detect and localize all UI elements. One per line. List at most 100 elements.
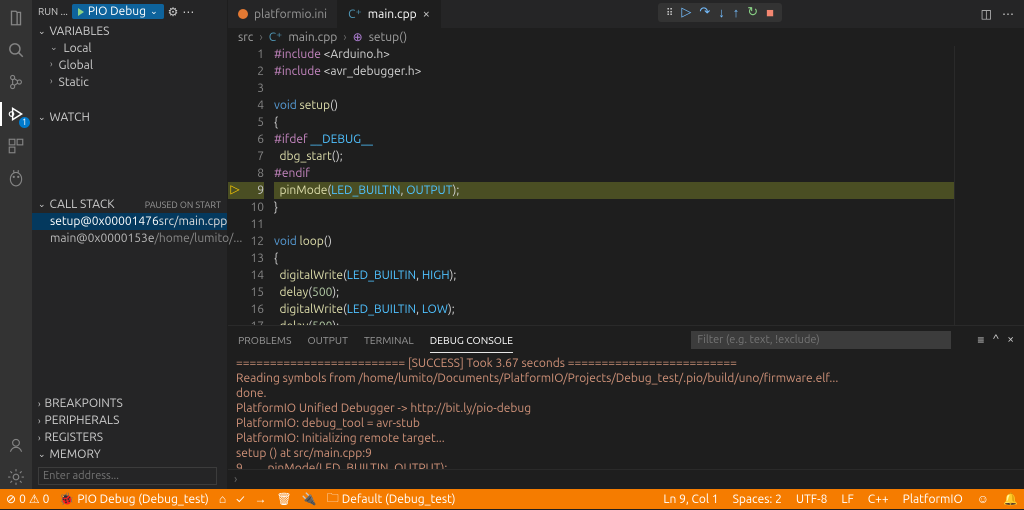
debug-config-header: RUN ... PIO Debug⌄ ⚙ ⋯ xyxy=(32,0,227,23)
section-breakpoints[interactable]: ›BREAKPOINTS xyxy=(32,395,227,412)
activity-bar: 1 xyxy=(0,0,32,489)
chevron-right-icon: › xyxy=(38,399,41,409)
chevron-right-icon: › xyxy=(38,433,41,443)
gear-icon[interactable]: ⚙ xyxy=(168,5,179,19)
settings-icon[interactable] xyxy=(4,465,28,489)
editor-zone: platformio.ini C⁺main.cpp× ⠿ ▷ ↷ ↓ ↑ ↻ ■… xyxy=(228,0,1024,489)
section-peripherals[interactable]: ›PERIPHERALS xyxy=(32,412,227,429)
chevron-down-icon: ⌄ xyxy=(38,449,46,460)
bell-icon[interactable]: 🔔 xyxy=(1003,492,1018,506)
panel-filter-input[interactable] xyxy=(691,331,951,349)
stop-button[interactable]: ■ xyxy=(766,5,774,20)
tab-debugconsole[interactable]: DEBUG CONSOLE xyxy=(430,328,513,353)
debug-icon[interactable]: 1 xyxy=(4,102,28,126)
status-lang[interactable]: C++ xyxy=(868,492,889,506)
debug-console-output[interactable]: ========================= [SUCCESS] Took… xyxy=(228,354,1024,469)
panel-tabs: PROBLEMS OUTPUT TERMINAL DEBUG CONSOLE ≡… xyxy=(228,326,1024,354)
pio-env[interactable]: 🗀Default (Debug_test) xyxy=(327,489,456,510)
start-debug-button[interactable]: PIO Debug⌄ xyxy=(72,4,164,19)
chevron-down-icon: ⌄ xyxy=(150,6,158,17)
status-eol[interactable]: LF xyxy=(841,492,853,506)
pio-file-icon xyxy=(238,9,248,19)
explorer-icon[interactable] xyxy=(4,6,28,30)
status-pio[interactable]: PlatformIO xyxy=(903,492,963,506)
filter-settings-icon[interactable]: ≡ xyxy=(977,333,984,347)
var-scope-static[interactable]: ›Static xyxy=(50,74,227,91)
more-icon[interactable]: ⋯ xyxy=(182,5,194,19)
more-icon[interactable]: ⋯ xyxy=(1002,7,1014,21)
close-icon[interactable]: × xyxy=(1007,333,1014,347)
paused-badge: PAUSED ON START xyxy=(145,200,221,210)
var-scope-global[interactable]: ›Global xyxy=(50,57,227,74)
status-indent[interactable]: Spaces: 2 xyxy=(733,492,782,506)
code-area[interactable]: #include <Arduino.h>#include <avr_debugg… xyxy=(274,46,954,325)
tab-maincpp[interactable]: C⁺main.cpp× xyxy=(338,0,441,28)
section-callstack[interactable]: ⌄CALL STACKPAUSED ON START xyxy=(32,196,227,213)
pio-build-icon[interactable]: ✓ xyxy=(236,493,244,506)
split-editor-icon[interactable]: ◫ xyxy=(981,7,992,21)
tab-actions: ◫ ⋯ xyxy=(981,7,1024,21)
chevron-right-icon: › xyxy=(50,76,53,89)
pio-clean-icon[interactable]: 🗑 xyxy=(277,492,292,506)
tab-output[interactable]: OUTPUT xyxy=(308,328,348,352)
breadcrumb[interactable]: src› C⁺main.cpp› ⊕setup() xyxy=(228,28,1024,46)
platformio-icon[interactable] xyxy=(4,166,28,190)
debug-badge: 1 xyxy=(19,117,30,128)
callstack-row[interactable]: setup@0x00001476src/main.cpp xyxy=(32,213,227,230)
tab-terminal[interactable]: TERMINAL xyxy=(364,328,414,352)
panel-expand-icon[interactable]: ^ xyxy=(992,333,999,347)
pio-home-icon[interactable]: ⌂ xyxy=(219,492,226,506)
status-lncol[interactable]: Ln 9, Col 1 xyxy=(663,492,718,506)
search-icon[interactable] xyxy=(4,38,28,62)
memory-address-input[interactable] xyxy=(38,467,217,485)
chevron-down-icon: ⌄ xyxy=(38,112,46,123)
function-icon: ⊕ xyxy=(353,30,363,44)
error-icon: ⊘ xyxy=(6,492,16,506)
tab-platformio[interactable]: platformio.ini xyxy=(228,0,338,28)
cpp-file-icon: C⁺ xyxy=(269,30,283,44)
debug-sidebar: RUN ... PIO Debug⌄ ⚙ ⋯ ⌄VARIABLES ⌄Local… xyxy=(32,0,228,489)
variables-body: ⌄Local ›Global ›Static xyxy=(32,40,227,91)
chevron-down-icon: ⌄ xyxy=(38,26,46,37)
status-debug-config[interactable]: 🐞PIO Debug (Debug_test) xyxy=(59,492,208,506)
step-into-button[interactable]: ↓ xyxy=(718,5,725,20)
continue-button[interactable]: ▷ xyxy=(681,5,691,20)
extensions-icon[interactable] xyxy=(4,134,28,158)
restart-button[interactable]: ↻ xyxy=(747,5,758,20)
feedback-icon[interactable]: ☺ xyxy=(977,492,989,506)
step-over-button[interactable]: ↷ xyxy=(699,5,710,20)
tab-bar: platformio.ini C⁺main.cpp× ⠿ ▷ ↷ ↓ ↑ ↻ ■… xyxy=(228,0,1024,28)
scm-icon[interactable] xyxy=(4,70,28,94)
play-icon xyxy=(78,8,84,16)
pio-serial-icon[interactable]: 🔌 xyxy=(302,492,317,506)
step-out-button[interactable]: ↑ xyxy=(733,5,740,20)
close-icon[interactable]: × xyxy=(423,7,430,21)
section-variables[interactable]: ⌄VARIABLES xyxy=(32,23,227,40)
minimap[interactable] xyxy=(954,46,1024,325)
debug-icon: 🐞 xyxy=(59,492,74,506)
pio-upload-icon[interactable]: → xyxy=(255,492,267,506)
run-label: RUN ... xyxy=(38,6,68,17)
current-line-marker: ▷ xyxy=(228,182,242,196)
chevron-right-icon: › xyxy=(50,59,53,72)
accounts-icon[interactable] xyxy=(4,433,28,457)
section-watch[interactable]: ⌄WATCH xyxy=(32,109,227,126)
tab-problems[interactable]: PROBLEMS xyxy=(238,328,292,352)
debug-toolbar: ⠿ ▷ ↷ ↓ ↑ ↻ ■ xyxy=(658,3,782,22)
status-errors[interactable]: ⊘0⚠0 xyxy=(6,492,49,506)
grip-icon[interactable]: ⠿ xyxy=(666,7,673,19)
chevron-down-icon: ⌄ xyxy=(38,199,46,210)
warning-icon: ⚠ xyxy=(29,492,40,506)
debug-repl-input[interactable]: › xyxy=(228,469,1024,489)
editor-body[interactable]: ▷ 123456789101112131415161718 #include <… xyxy=(228,46,1024,325)
section-registers[interactable]: ›REGISTERS xyxy=(32,429,227,446)
folder-icon: 🗀 xyxy=(327,489,339,510)
chevron-down-icon: ⌄ xyxy=(50,42,58,55)
var-scope-local[interactable]: ⌄Local xyxy=(50,40,227,57)
cpp-file-icon: C⁺ xyxy=(348,7,362,21)
status-bar: ⊘0⚠0 🐞PIO Debug (Debug_test) ⌂ ✓ → 🗑 🔌 🗀… xyxy=(0,489,1024,509)
chevron-right-icon: › xyxy=(38,416,41,426)
section-memory[interactable]: ⌄MEMORY xyxy=(32,446,227,463)
callstack-row[interactable]: main@0x0000153e/home/lumito/... xyxy=(32,230,227,247)
status-encoding[interactable]: UTF-8 xyxy=(796,492,827,506)
